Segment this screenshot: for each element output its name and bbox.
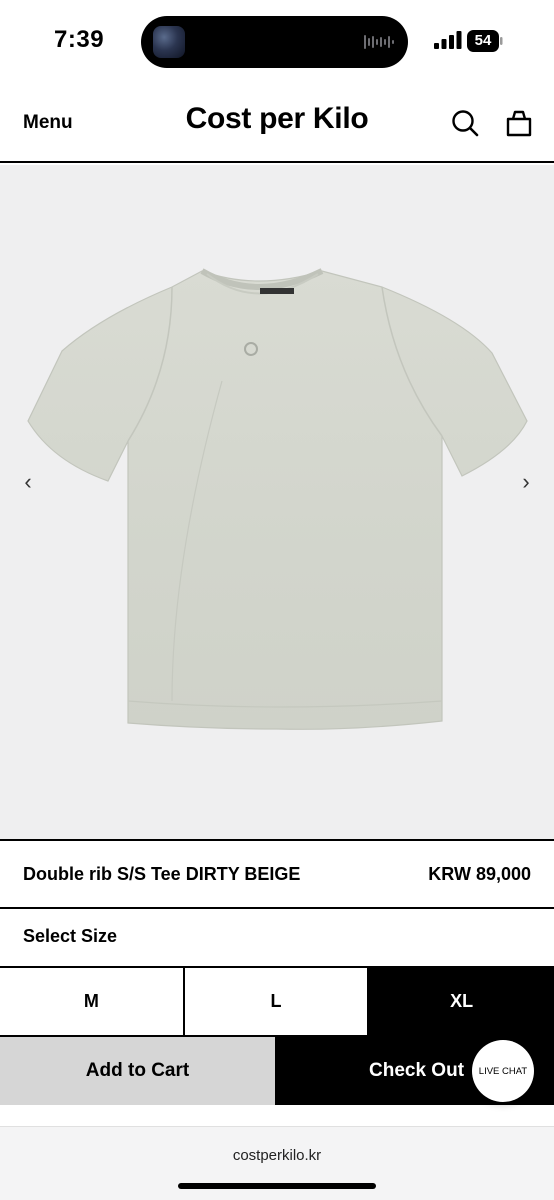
gallery-prev-arrow[interactable]: ‹ <box>16 470 40 494</box>
add-to-cart-button[interactable]: Add to Cart <box>0 1037 277 1105</box>
audio-waveform-icon <box>364 35 394 49</box>
size-option-xl[interactable]: XL <box>369 968 554 1035</box>
size-selector: M L XL <box>0 966 554 1035</box>
status-bar: 7:39 54 <box>0 0 554 84</box>
dynamic-island[interactable] <box>141 16 408 68</box>
size-option-m[interactable]: M <box>0 968 185 1035</box>
battery-icon: 54 <box>467 30 503 52</box>
purchase-actions: Add to Cart Check Out <box>0 1035 554 1105</box>
product-image-gallery[interactable]: ‹ › <box>0 165 554 839</box>
select-size-label: Select Size <box>23 926 118 946</box>
home-indicator[interactable] <box>178 1183 376 1189</box>
menu-button[interactable]: Menu <box>23 112 73 134</box>
status-time: 7:39 <box>54 26 105 53</box>
browser-address-bar: costperkilo.kr <box>0 1126 554 1200</box>
live-chat-button[interactable]: LIVE CHAT <box>472 1040 534 1102</box>
product-info-row: Double rib S/S Tee DIRTY BEIGE KRW 89,00… <box>0 839 554 909</box>
battery-level: 54 <box>474 32 492 49</box>
site-header: Menu Cost per Kilo <box>0 84 554 163</box>
gallery-next-arrow[interactable]: › <box>514 470 538 494</box>
size-option-l[interactable]: L <box>184 968 370 1035</box>
product-price: KRW 89,000 <box>428 864 531 884</box>
shopping-bag-icon[interactable] <box>504 108 534 138</box>
cellular-signal-icon <box>434 31 462 49</box>
product-name: Double rib S/S Tee DIRTY BEIGE <box>23 864 301 884</box>
now-playing-thumbnail <box>153 26 185 58</box>
url-field[interactable]: costperkilo.kr <box>0 1147 554 1164</box>
search-icon[interactable] <box>450 108 480 138</box>
product-image <box>27 268 528 730</box>
